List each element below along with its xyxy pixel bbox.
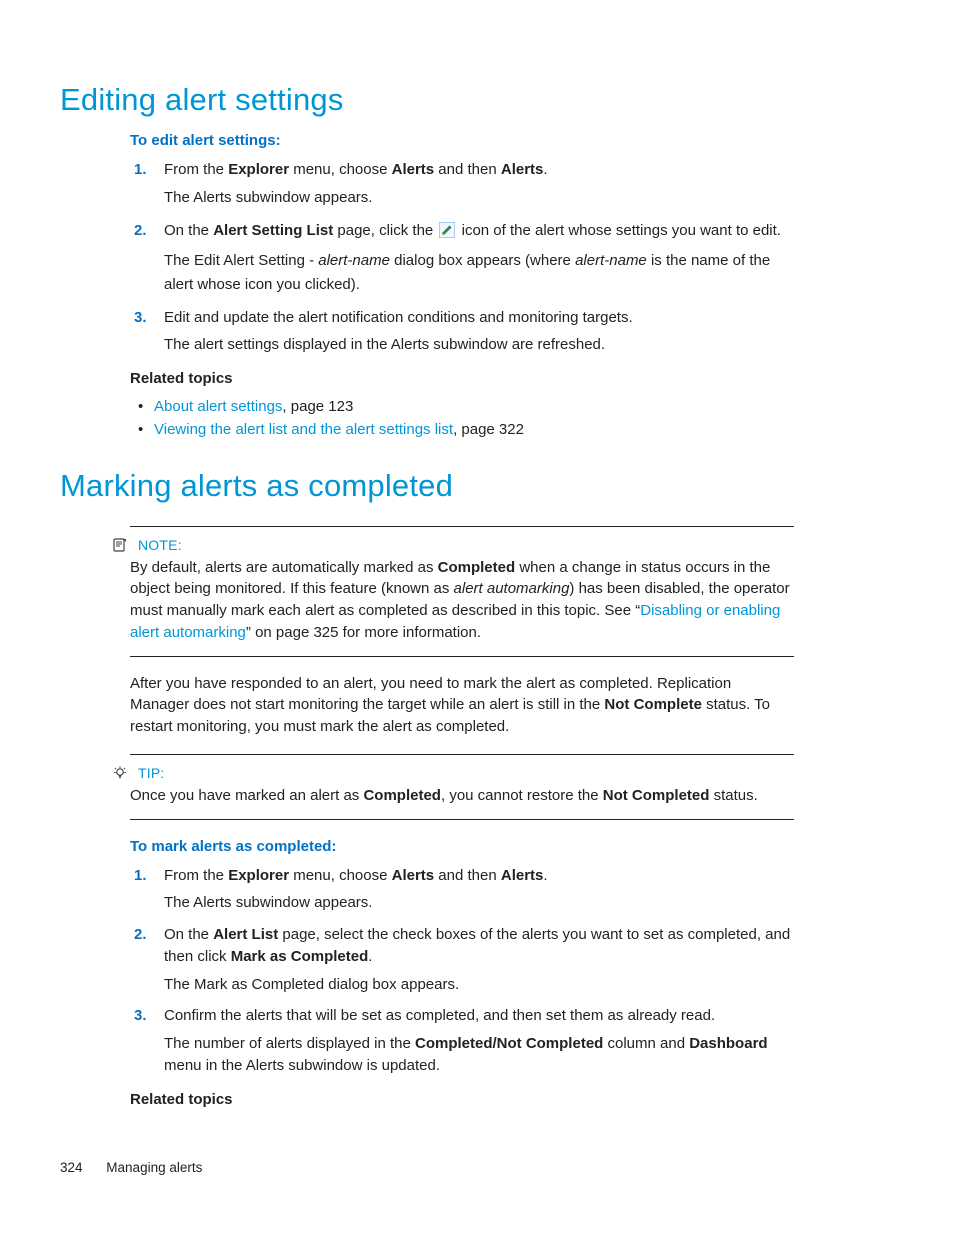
step-sub: The Mark as Completed dialog box appears… — [164, 974, 794, 996]
related-topics-heading: Related topics — [130, 370, 794, 387]
rule-top — [130, 754, 794, 755]
step-sub: The Edit Alert Setting - alert-name dial… — [164, 249, 794, 297]
step-3: Edit and update the alert notification c… — [158, 307, 794, 357]
note-callout: NOTE: By default, alerts are automatical… — [130, 526, 794, 657]
step-1: From the Explorer menu, choose Alerts an… — [158, 865, 794, 915]
tip-body: Once you have marked an alert as Complet… — [130, 785, 794, 807]
tip-label: TIP: — [138, 765, 164, 781]
rule-bottom — [130, 819, 794, 820]
procedure-list: From the Explorer menu, choose Alerts an… — [130, 865, 794, 1077]
step-2: On the Alert Setting List page, click th… — [158, 219, 794, 297]
rule-bottom — [130, 656, 794, 657]
rule-top — [130, 526, 794, 527]
step-text: On the Alert Setting List page, click th… — [164, 222, 781, 239]
step-sub: The Alerts subwindow appears. — [164, 892, 794, 914]
step-text: Confirm the alerts that will be set as c… — [164, 1007, 715, 1024]
procedure-list: From the Explorer menu, choose Alerts an… — [130, 159, 794, 356]
link-about-alert-settings[interactable]: About alert settings — [154, 398, 282, 415]
heading-marking-alerts-completed: Marking alerts as completed — [60, 468, 894, 504]
related-link-item: About alert settings, page 123 — [154, 395, 794, 418]
step-sub: The number of alerts displayed in the Co… — [164, 1033, 794, 1077]
step-text: From the Explorer menu, choose Alerts an… — [164, 161, 548, 178]
edit-pencil-icon — [439, 222, 455, 238]
step-3: Confirm the alerts that will be set as c… — [158, 1005, 794, 1076]
procedure-lead: To mark alerts as completed: — [130, 838, 794, 855]
step-1: From the Explorer menu, choose Alerts an… — [158, 159, 794, 209]
note-label: NOTE: — [138, 537, 182, 553]
link-viewing-alert-list[interactable]: Viewing the alert list and the alert set… — [154, 421, 453, 438]
page-footer: 324 Managing alerts — [60, 1160, 202, 1175]
step-text: On the Alert List page, select the check… — [164, 926, 790, 965]
body-paragraph: After you have responded to an alert, yo… — [130, 673, 794, 738]
section1-body: To edit alert settings: From the Explore… — [130, 132, 794, 442]
heading-editing-alert-settings: Editing alert settings — [60, 82, 894, 118]
note-icon — [112, 537, 128, 553]
lightbulb-icon — [112, 765, 128, 781]
related-topics-heading: Related topics — [130, 1091, 794, 1108]
document-page: Editing alert settings To edit alert set… — [0, 0, 954, 1235]
step-sub: The alert settings displayed in the Aler… — [164, 334, 794, 356]
step-2: On the Alert List page, select the check… — [158, 924, 794, 995]
related-link-item: Viewing the alert list and the alert set… — [154, 418, 794, 441]
footer-title: Managing alerts — [106, 1160, 202, 1175]
section2-body: To mark alerts as completed: From the Ex… — [130, 838, 794, 1108]
note-body: By default, alerts are automatically mar… — [130, 557, 794, 644]
step-sub: The Alerts subwindow appears. — [164, 187, 794, 209]
tip-callout: TIP: Once you have marked an alert as Co… — [130, 754, 794, 820]
page-number: 324 — [60, 1160, 83, 1175]
step-text: From the Explorer menu, choose Alerts an… — [164, 867, 548, 884]
procedure-lead: To edit alert settings: — [130, 132, 794, 149]
related-topics-list: About alert settings, page 123 Viewing t… — [130, 395, 794, 442]
step-text: Edit and update the alert notification c… — [164, 309, 633, 326]
